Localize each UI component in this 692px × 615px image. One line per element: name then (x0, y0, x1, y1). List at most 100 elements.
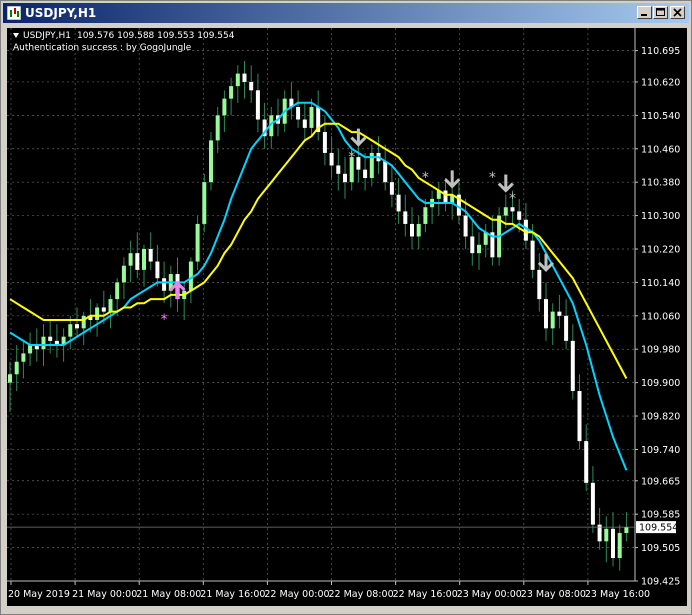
candle-body (550, 311, 555, 329)
price-tick-label: 109.900 (641, 378, 680, 389)
minimize-icon (641, 14, 647, 16)
candle-body (517, 211, 522, 220)
candle-body (255, 90, 260, 120)
candle-body (443, 190, 448, 204)
candle-body (396, 194, 401, 212)
time-tick-label: 20 May 2019 (8, 589, 70, 600)
price-tick-label: 110.220 (641, 244, 680, 255)
candle-body (336, 165, 341, 174)
time-tick-label: 23 May 08:00 (521, 589, 586, 600)
time-tick-label: 22 May 08:00 (329, 589, 394, 600)
chart-area[interactable]: * * * * * 110.695 110.620 110.540 110.460 110.380… (7, 28, 687, 606)
candle-body (570, 340, 575, 391)
high-value: 109.588 (117, 31, 155, 41)
sell-star-marker: * (489, 170, 496, 186)
price-tick-label: 109.585 (641, 510, 680, 521)
candle-body (383, 161, 388, 183)
price-tick-label: 110.460 (641, 144, 680, 155)
candle-body (202, 182, 207, 224)
price-chart[interactable]: * * * * * 110.695 110.620 110.540 110.460 110.380… (7, 28, 687, 606)
price-tick-label: 109.665 (641, 476, 680, 487)
candle-body (75, 324, 79, 329)
price-tick-label: 110.620 (641, 77, 680, 88)
sell-star-marker: * (509, 191, 516, 207)
price-tick-label: 110.140 (641, 278, 680, 289)
sell-arrow (444, 170, 461, 189)
price-tick-label: 109.425 (641, 577, 680, 588)
candle-body (188, 261, 193, 291)
dropdown-triangle-icon[interactable] (13, 33, 19, 38)
candle-body (463, 215, 468, 237)
candle-body (530, 240, 535, 270)
candle-body (356, 157, 361, 170)
candle-body (235, 73, 240, 87)
candle-body (48, 336, 53, 341)
ma-fast-line (9, 101, 628, 471)
candle-body (564, 315, 569, 341)
candle-body (115, 282, 120, 300)
candle-body (249, 81, 254, 91)
time-tick-label: 23 May 00:00 (457, 589, 522, 600)
open-value: 109.576 (76, 31, 115, 41)
candle-body (296, 106, 301, 120)
candle-body (590, 482, 595, 525)
candle-body (604, 528, 609, 542)
chart-window-icon (7, 6, 21, 20)
price-tick-label: 109.980 (641, 345, 680, 356)
close-icon (673, 8, 682, 17)
time-tick-label: 23 May 16:00 (585, 589, 650, 600)
maximize-icon (656, 8, 665, 16)
candle-body (557, 311, 562, 316)
candle-body (142, 248, 146, 270)
ohlc-line: USDJPY,H1 109.576 109.588 109.553 109.554 (13, 30, 234, 42)
sell-arrow (497, 174, 514, 193)
candle-body (108, 299, 113, 312)
time-tick-label: 21 May 00:00 (72, 589, 137, 600)
symbol-label: USDJPY,H1 (23, 31, 71, 41)
price-tick-label: 110.300 (641, 211, 680, 222)
candle-body (343, 173, 347, 183)
candle-body (322, 132, 327, 153)
price-tick-label: 109.505 (641, 543, 680, 554)
chart-info: USDJPY,H1 109.576 109.588 109.553 109.554… (13, 30, 234, 54)
candle-body (162, 278, 167, 291)
low-value: 109.553 (157, 31, 195, 41)
candle-body (81, 315, 86, 329)
price-tick-label: 109.740 (641, 445, 680, 456)
candle-body (28, 345, 33, 354)
candle-body (423, 207, 428, 224)
candle-body (611, 528, 615, 559)
candle-body (135, 253, 140, 270)
candle-body (8, 374, 12, 383)
candle-body (410, 223, 414, 237)
candle-body (148, 248, 153, 262)
window-title: USDJPY,H1 (25, 6, 97, 20)
candle-body (503, 207, 508, 216)
buy-star-marker: * (161, 312, 168, 328)
price-tick-label: 110.060 (641, 311, 680, 322)
minimize-button[interactable] (637, 6, 652, 19)
candle-body (309, 106, 314, 128)
time-tick-label: 22 May 00:00 (264, 589, 329, 600)
sell-star-marker: * (422, 170, 429, 186)
candle-body (121, 265, 126, 283)
candle-body (229, 86, 234, 99)
close-button[interactable] (670, 6, 685, 19)
maximize-button[interactable] (653, 6, 668, 19)
candle-body (624, 527, 629, 533)
title-bar[interactable]: USDJPY,H1 (3, 3, 689, 23)
current-price-label: 109.554 (639, 523, 678, 534)
candle-body (617, 532, 622, 559)
candle-body (577, 390, 582, 442)
time-tick-label: 21 May 08:00 (136, 589, 201, 600)
auth-status: Authentication success : by GogoJungle (13, 43, 192, 53)
time-tick-label: 22 May 16:00 (393, 589, 458, 600)
candle-body (41, 336, 46, 350)
candle-body (523, 219, 528, 241)
candle-body (101, 307, 106, 312)
candle-body (584, 441, 589, 483)
time-tick-label: 21 May 16:00 (200, 589, 265, 600)
chart-window: USDJPY,H1 * * * * * 110.695 110.620 110.540 110.… (0, 0, 692, 615)
candle-body (128, 253, 133, 266)
candle-body (329, 152, 334, 166)
